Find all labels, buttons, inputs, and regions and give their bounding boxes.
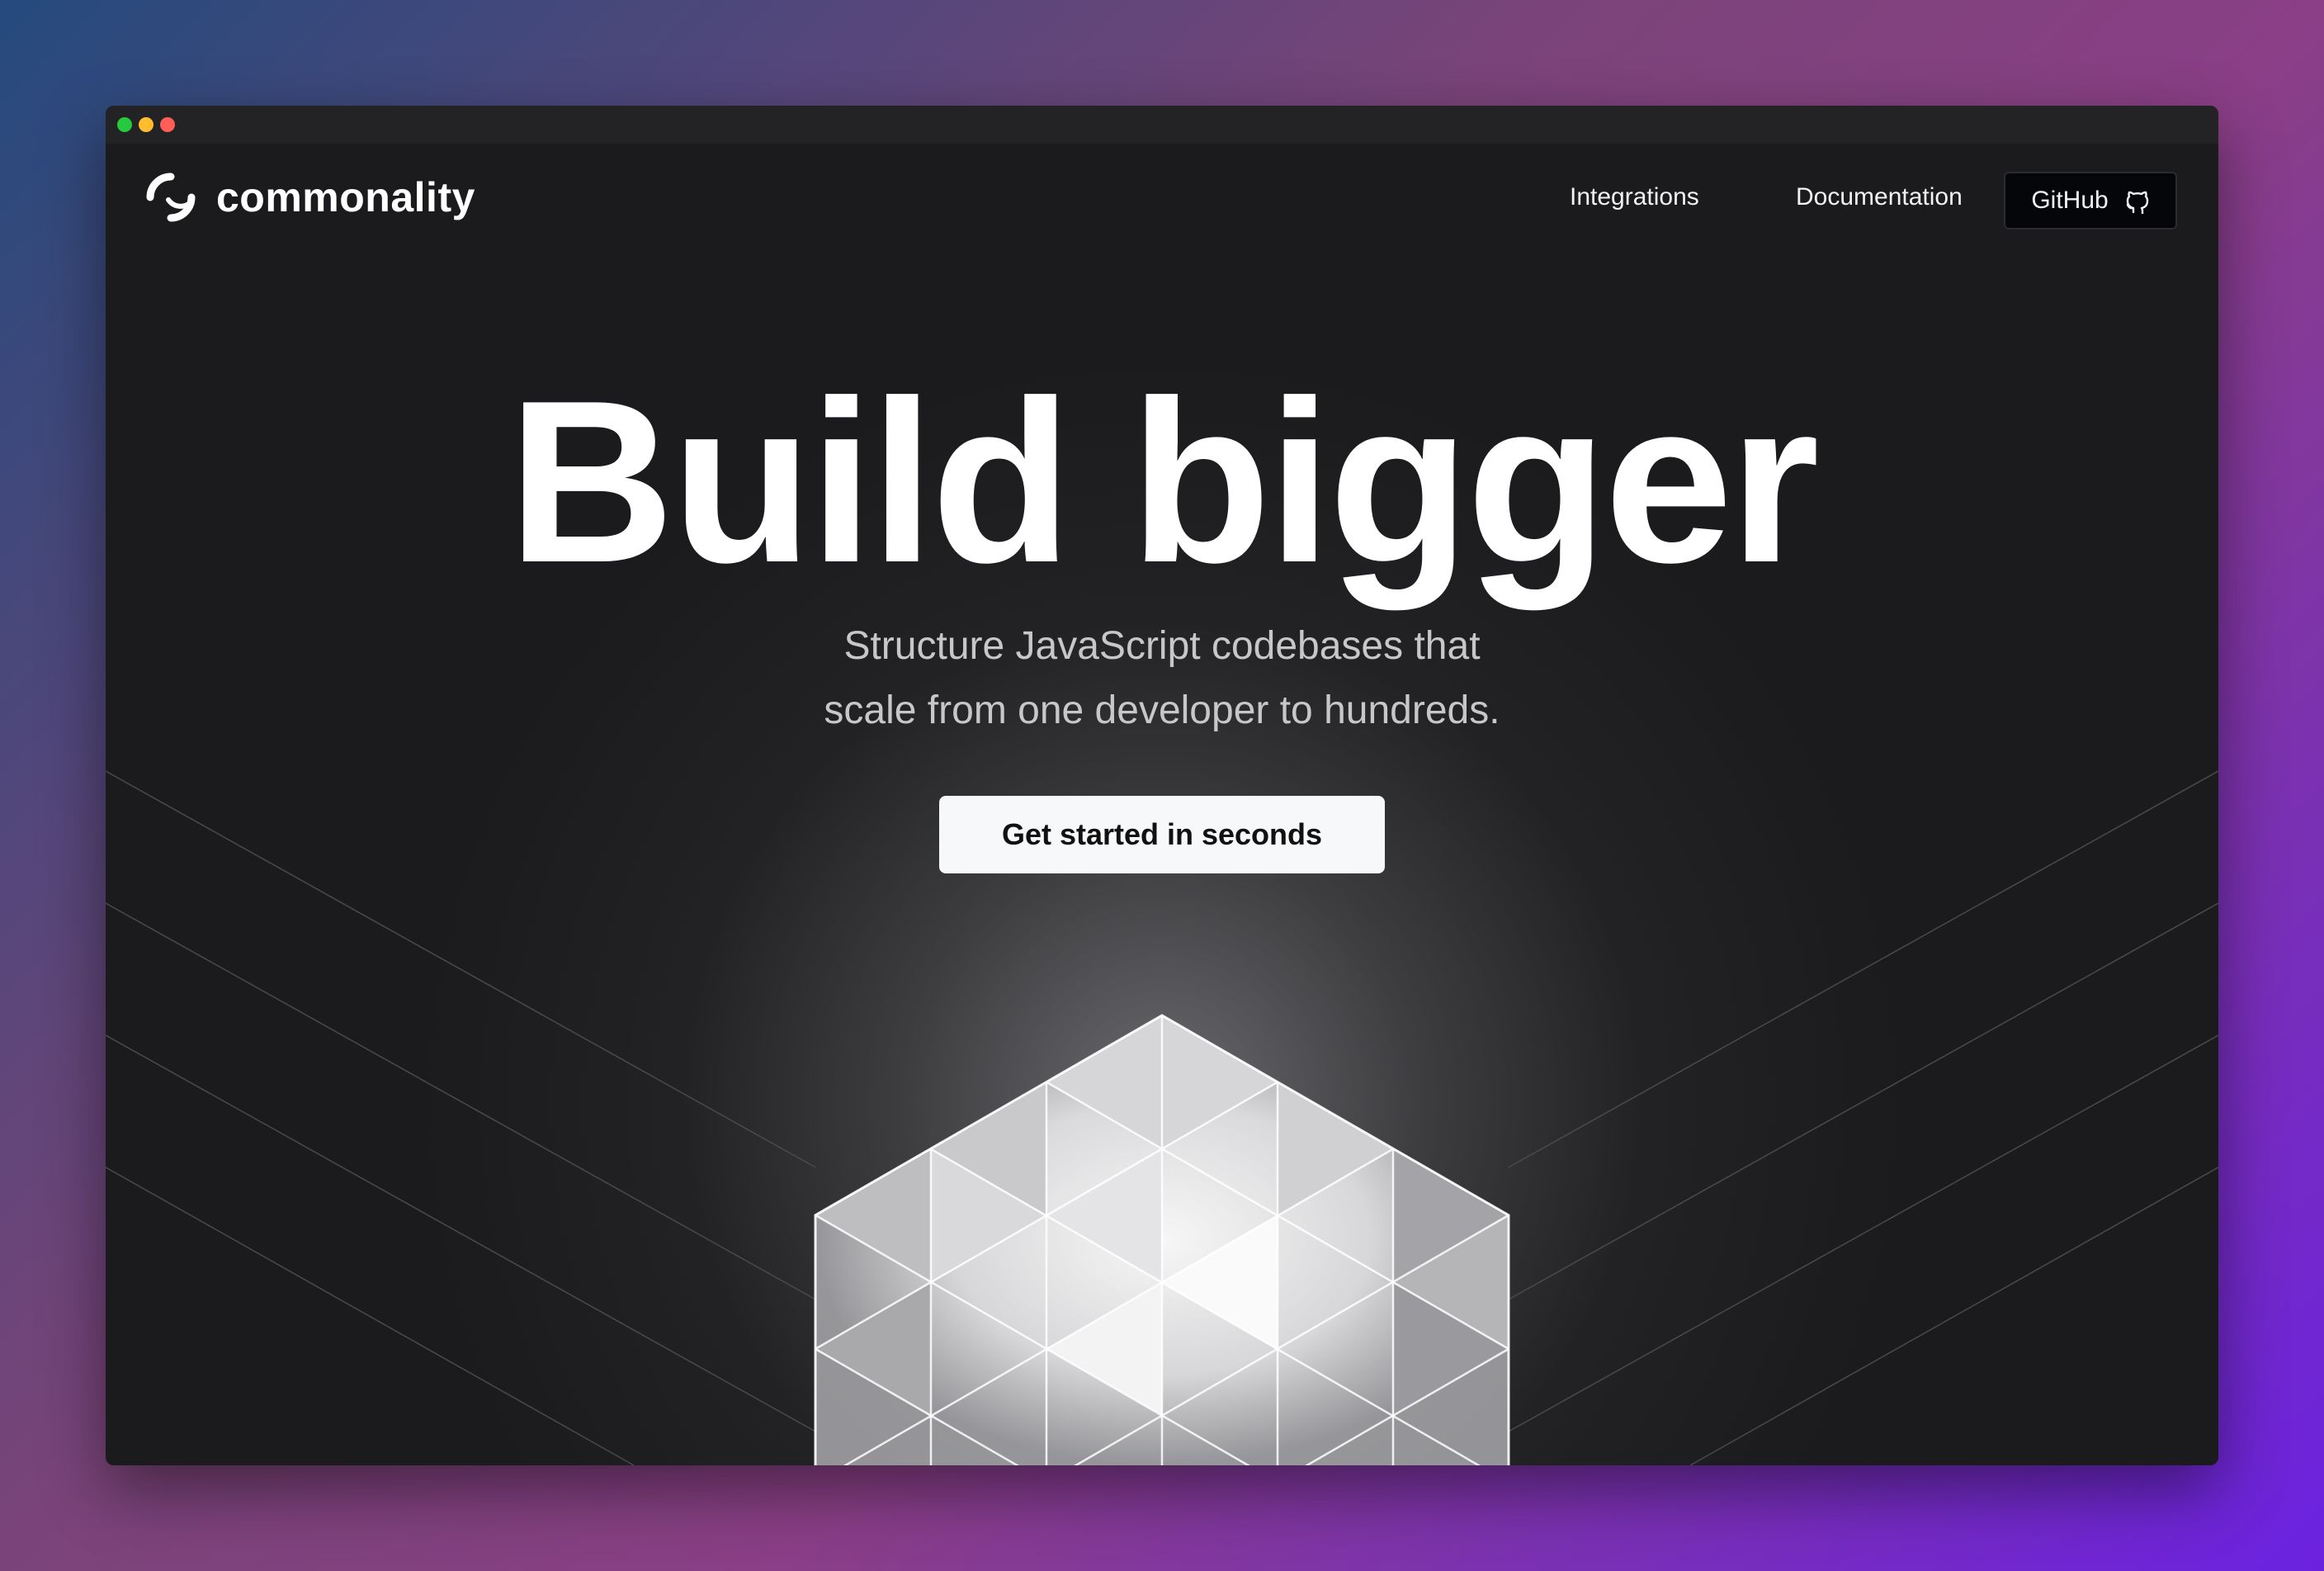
top-navigation: commonality Integrations Documentation G… [106,144,2218,259]
hero-subtitle: Structure JavaScript codebases that scal… [106,614,2218,743]
browser-window: commonality Integrations Documentation G… [106,106,2218,1465]
get-started-button[interactable]: Get started in seconds [939,796,1385,873]
hero-title: Build bigger [508,353,1819,611]
window-titlebar [106,106,2218,144]
nav-link-integrations[interactable]: Integrations [1570,183,1699,211]
github-button-label: GitHub [2031,187,2109,214]
hero-subtitle-line-2: scale from one developer to hundreds. [824,688,1500,732]
nav-link-documentation[interactable]: Documentation [1796,183,1963,211]
isometric-hexagon [815,1015,1509,1465]
github-button[interactable]: GitHub [2004,172,2177,229]
hero-subtitle-line-1: Structure JavaScript codebases that [843,624,1481,668]
close-window-button[interactable] [117,117,132,132]
maximize-window-button[interactable] [160,117,175,132]
brand-home-link[interactable]: commonality [144,170,475,225]
minimize-window-button[interactable] [139,117,154,132]
brand-name: commonality [216,174,475,220]
github-icon [2126,191,2148,214]
landing-page: commonality Integrations Documentation G… [106,144,2218,1465]
commonality-logo-icon [146,173,196,222]
